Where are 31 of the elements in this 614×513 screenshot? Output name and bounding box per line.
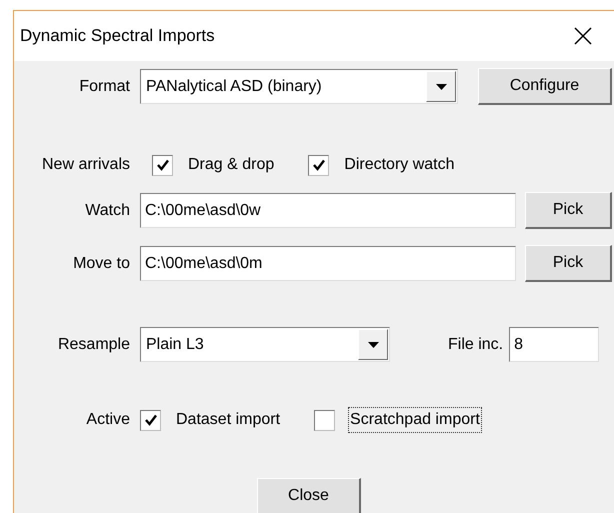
dropdown-arrow-icon — [436, 84, 446, 90]
path-field[interactable]: C:\00me\asd\0w — [140, 193, 516, 228]
close-icon[interactable] — [574, 27, 592, 45]
resample-dropdown[interactable]: Plain L3 — [140, 327, 390, 362]
active-label: Active — [85, 410, 130, 430]
checkmark-icon — [156, 158, 170, 172]
path-field[interactable]: C:\00me\asd\0m — [140, 246, 516, 281]
file-inc-label: File inc. — [448, 334, 504, 354]
window-title: Dynamic Spectral Imports — [20, 25, 215, 48]
format-dropdown[interactable]: PANalytical ASD (binary) — [140, 69, 458, 104]
checkbox[interactable] — [308, 154, 330, 176]
checkbox[interactable] — [140, 410, 161, 430]
resample-label: Resample — [56, 334, 130, 354]
format-label: Format — [78, 76, 130, 96]
checkbox-label[interactable]: Drag & drop — [186, 152, 276, 178]
file-inc-field[interactable]: 8 — [509, 327, 600, 362]
close-button[interactable]: Close — [257, 478, 361, 513]
checkmark-icon — [312, 158, 326, 172]
pick-button[interactable]: Pick — [525, 245, 612, 282]
configure-button[interactable]: Configure — [478, 68, 612, 105]
checkbox-label[interactable]: Dataset import — [174, 407, 282, 433]
path-label: Move to — [72, 254, 130, 274]
checkbox-label[interactable]: Directory watch — [342, 152, 457, 178]
checkbox[interactable] — [314, 410, 336, 430]
checkbox[interactable] — [152, 154, 173, 176]
checkbox-label[interactable]: Scratchpad import — [348, 407, 482, 433]
path-label: Watch — [84, 200, 130, 220]
new-arrivals-label: New arrivals — [40, 155, 130, 175]
dropdown-arrow-icon — [368, 342, 378, 348]
pick-button[interactable]: Pick — [525, 192, 612, 229]
checkmark-icon — [144, 413, 158, 427]
